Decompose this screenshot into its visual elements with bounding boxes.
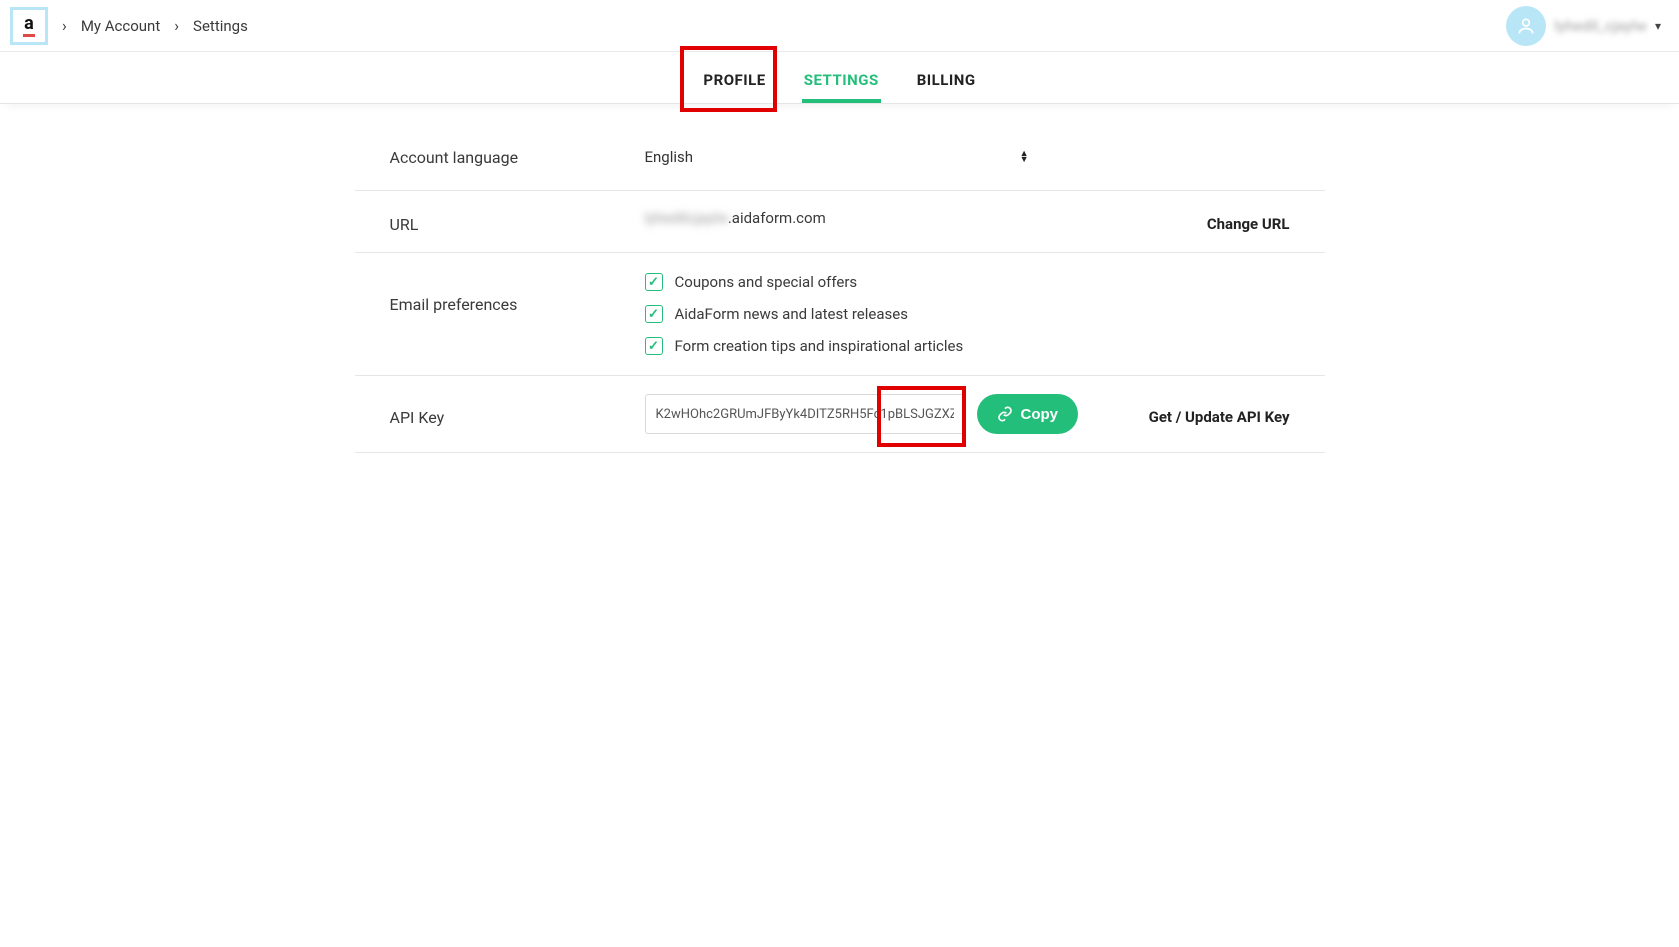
tabs-bar: PROFILE SETTINGS BILLING <box>0 52 1679 104</box>
row-email-action <box>1095 271 1325 277</box>
breadcrumb: a › My Account › Settings <box>10 7 248 45</box>
user-display-name: lyhedil_cjaylw <box>1554 17 1647 35</box>
select-arrows-icon: ▲▼ <box>1020 151 1029 163</box>
url-subdomain-blurred: lyhedilcjaylw <box>645 209 728 227</box>
breadcrumb-my-account[interactable]: My Account <box>81 17 160 35</box>
get-update-api-key-button[interactable]: Get / Update API Key <box>1095 402 1325 426</box>
language-select-value: English <box>645 142 1035 172</box>
user-menu[interactable]: lyhedil_cjaylw ▾ <box>1506 6 1661 46</box>
label-account-language: Account language <box>355 142 645 167</box>
chevron-down-icon: ▾ <box>1655 19 1661 33</box>
logo-underline <box>23 34 35 37</box>
copy-button[interactable]: Copy <box>977 394 1079 434</box>
avatar <box>1506 6 1546 46</box>
row-email-preferences: Email preferences ✓ Coupons and special … <box>355 253 1325 376</box>
tab-profile[interactable]: PROFILE <box>701 57 767 99</box>
label-api-key: API Key <box>355 402 645 427</box>
checkbox-coupons[interactable]: ✓ Coupons and special offers <box>645 273 964 291</box>
settings-panel: Account language English ▲▼ URL lyhedilc… <box>355 104 1325 453</box>
email-prefs-list: ✓ Coupons and special offers ✓ AidaForm … <box>645 271 964 357</box>
user-icon <box>1516 16 1536 36</box>
change-url-button[interactable]: Change URL <box>1095 209 1325 233</box>
tab-settings[interactable]: SETTINGS <box>802 57 881 99</box>
logo-letter: a <box>24 15 34 33</box>
checkbox-news[interactable]: ✓ AidaForm news and latest releases <box>645 305 964 323</box>
check-icon: ✓ <box>645 337 663 355</box>
copy-button-label: Copy <box>1021 406 1059 423</box>
api-key-input[interactable] <box>645 394 965 434</box>
chevron-right-icon: › <box>174 16 179 35</box>
row-api-key: API Key Copy Get / Update API Key <box>355 376 1325 453</box>
row-url: URL lyhedilcjaylw.aidaform.com Change UR… <box>355 191 1325 253</box>
tab-billing[interactable]: BILLING <box>915 57 978 99</box>
check-icon: ✓ <box>645 273 663 291</box>
checkbox-label: AidaForm news and latest releases <box>675 305 908 323</box>
language-select[interactable]: English ▲▼ <box>645 142 1035 172</box>
checkbox-label: Coupons and special offers <box>675 273 858 291</box>
checkbox-tips[interactable]: ✓ Form creation tips and inspirational a… <box>645 337 964 355</box>
label-email-preferences: Email preferences <box>355 271 645 314</box>
check-icon: ✓ <box>645 305 663 323</box>
top-bar: a › My Account › Settings lyhedil_cjaylw… <box>0 0 1679 52</box>
logo[interactable]: a <box>10 7 48 45</box>
url-domain: .aidaform.com <box>728 209 826 227</box>
checkbox-label: Form creation tips and inspirational art… <box>675 337 964 355</box>
chevron-right-icon: › <box>62 16 67 35</box>
breadcrumb-settings[interactable]: Settings <box>193 17 248 35</box>
link-icon <box>997 406 1013 422</box>
label-url: URL <box>355 209 645 234</box>
row-account-language: Account language English ▲▼ <box>355 134 1325 191</box>
row-language-action <box>1095 142 1325 148</box>
